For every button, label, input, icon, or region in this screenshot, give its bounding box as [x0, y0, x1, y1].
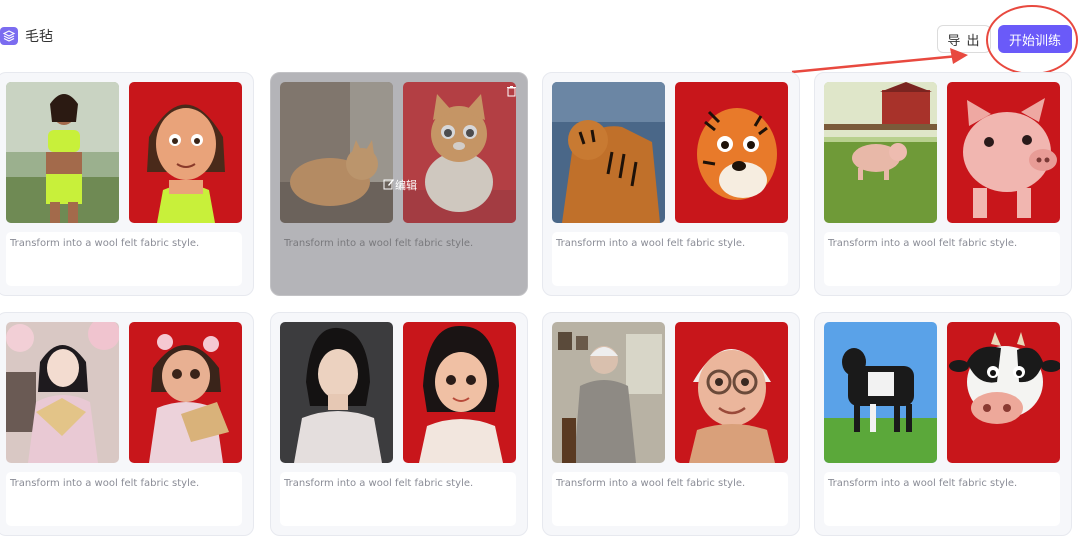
prompt-caption[interactable]: Transform into a wool felt fabric style.	[824, 472, 1060, 526]
dataset-card[interactable]: Transform into a wool felt fabric style.	[542, 72, 800, 296]
result-image	[129, 82, 242, 223]
dataset-header: 毛毡	[0, 26, 53, 46]
prompt-caption[interactable]: Transform into a wool felt fabric style.	[552, 232, 788, 286]
dataset-card[interactable]: Transform into a wool felt fabric style.	[814, 312, 1072, 536]
result-image	[947, 322, 1060, 463]
source-image	[824, 322, 937, 463]
result-image	[675, 82, 788, 223]
source-image	[6, 82, 119, 223]
source-image	[280, 322, 393, 463]
layers-icon	[0, 27, 18, 45]
prompt-caption[interactable]: Transform into a wool felt fabric style.	[552, 472, 788, 526]
prompt-caption[interactable]: Transform into a wool felt fabric style.	[824, 232, 1060, 286]
prompt-caption[interactable]: Transform into a wool felt fabric style.	[280, 472, 516, 526]
dataset-card[interactable]: Transform into a wool felt fabric style.	[0, 72, 254, 296]
source-image	[280, 82, 393, 223]
dataset-card[interactable]: Transform into a wool felt fabric style.…	[270, 72, 528, 296]
prompt-caption[interactable]: Transform into a wool felt fabric style.	[6, 232, 242, 286]
edit-label: 编辑	[395, 179, 417, 192]
dataset-card[interactable]: Transform into a wool felt fabric style.	[814, 72, 1072, 296]
result-image	[947, 82, 1060, 223]
export-button[interactable]: 导 出	[937, 25, 991, 53]
edit-button[interactable]: 编辑	[383, 177, 417, 193]
dataset-title: 毛毡	[25, 29, 53, 45]
dataset-card[interactable]: Transform into a wool felt fabric style.	[270, 312, 528, 536]
result-image	[403, 322, 516, 463]
source-image	[6, 322, 119, 463]
result-image	[129, 322, 242, 463]
result-image	[403, 82, 516, 223]
edit-icon	[383, 178, 395, 193]
source-image	[552, 322, 665, 463]
start-training-button[interactable]: 开始训练	[998, 25, 1072, 53]
trash-icon[interactable]	[506, 82, 517, 101]
source-image	[552, 82, 665, 223]
dataset-card[interactable]: Transform into a wool felt fabric style.	[0, 312, 254, 536]
prompt-caption[interactable]: Transform into a wool felt fabric style.	[280, 232, 516, 286]
source-image	[824, 82, 937, 223]
result-image	[675, 322, 788, 463]
prompt-caption[interactable]: Transform into a wool felt fabric style.	[6, 472, 242, 526]
dataset-card[interactable]: Transform into a wool felt fabric style.	[542, 312, 800, 536]
